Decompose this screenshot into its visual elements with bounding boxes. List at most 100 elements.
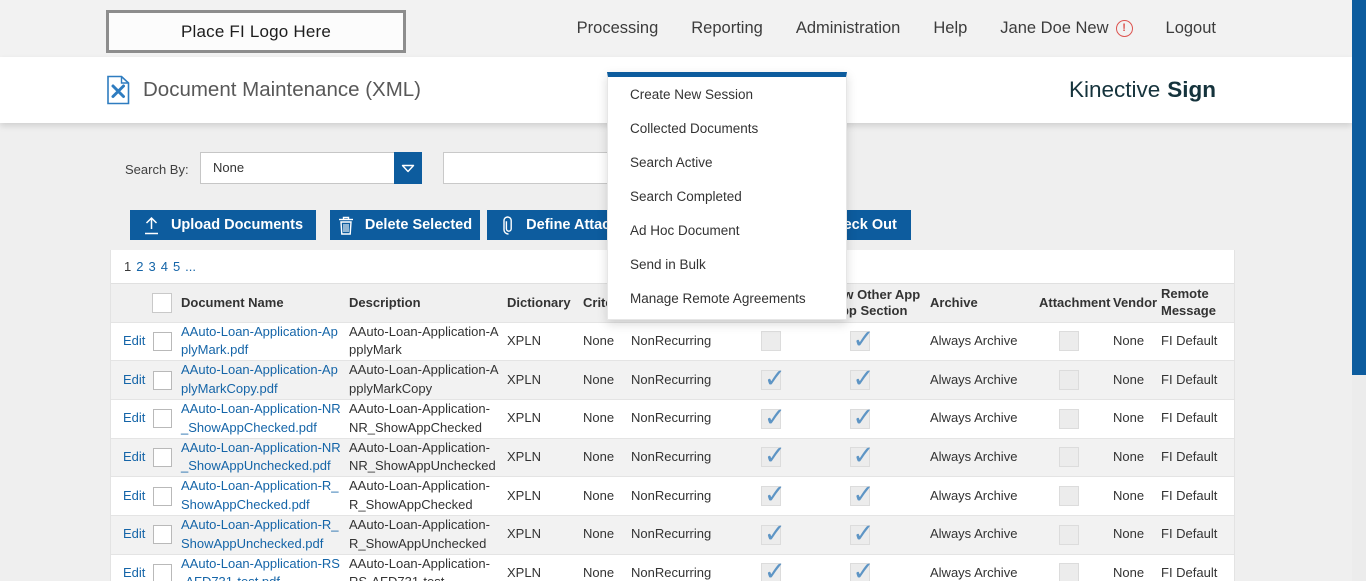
pagination-more-link[interactable]: ... [185,259,196,274]
header-archive[interactable]: Archive [926,284,1031,322]
document-name-link[interactable]: AAuto-Loan-Application-NR_ShowAppUncheck… [181,439,341,477]
document-name-link[interactable]: AAuto-Loan-Application-ApplyMarkCopy.pdf [181,361,341,399]
document-name-link[interactable]: AAuto-Loan-Application-NR_ShowAppChecked… [181,400,341,438]
show-app-checkbox[interactable] [761,447,781,467]
header-attachment[interactable]: Attachment [1031,284,1106,322]
show-other-app-checkbox[interactable] [850,525,870,545]
table-row: Edit AAuto-Loan-Application-ApplyMark.pd… [111,322,1234,361]
attachment-cell [1031,477,1106,516]
show-app-checkbox[interactable] [761,486,781,506]
page-scrollbar-track[interactable] [1352,0,1366,581]
menu-item-manage-remote-agreements[interactable]: Manage Remote Agreements [608,281,846,315]
delete-selected-button[interactable]: Delete Selected [330,210,480,240]
table-row: Edit AAuto-Loan-Application-ApplyMarkCop… [111,361,1234,400]
edit-link[interactable]: Edit [123,410,145,425]
select-dropdown-button[interactable] [394,152,422,184]
menu-item-collected-documents[interactable]: Collected Documents [608,111,846,145]
attachment-checkbox[interactable] [1059,486,1079,506]
attachment-checkbox[interactable] [1059,331,1079,351]
show-other-app-checkbox[interactable] [850,447,870,467]
chevron-down-icon [401,164,415,173]
attachment-checkbox[interactable] [1059,563,1079,581]
show-other-app-checkbox[interactable] [850,331,870,351]
attachment-checkbox[interactable] [1059,370,1079,390]
edit-cell: Edit [111,361,147,400]
edit-link[interactable]: Edit [123,372,145,387]
menu-item-search-completed[interactable]: Search Completed [608,179,846,213]
top-navbar: Place FI Logo Here Processing Reporting … [0,0,1352,57]
header-dictionary[interactable]: Dictionary [503,284,575,322]
header-document-name[interactable]: Document Name [177,284,345,322]
edit-link[interactable]: Edit [123,565,145,580]
document-name-link[interactable]: AAuto-Loan-Application-RS-AFD731-test.pd… [181,555,341,581]
document-name-cell: AAuto-Loan-Application-ApplyMarkCopy.pdf [177,361,345,400]
show-app-checkbox[interactable] [761,563,781,581]
pagination-page-current[interactable]: 1 [124,259,131,274]
row-checkbox[interactable] [153,371,172,390]
fi-logo-text: Place FI Logo Here [181,22,331,42]
pagination-page-link[interactable]: 5 [173,259,180,274]
menu-item-search-active[interactable]: Search Active [608,145,846,179]
row-checkbox[interactable] [153,525,172,544]
nav-item-user[interactable]: Jane Doe New ! [1000,19,1132,38]
document-name-link[interactable]: AAuto-Loan-Application-R_ShowAppUnchecke… [181,516,341,554]
show-app-checkbox[interactable] [761,409,781,429]
attachment-checkbox[interactable] [1059,525,1079,545]
nav-item-reporting[interactable]: Reporting [691,19,763,38]
criteria-cell: None [575,438,623,477]
menu-item-ad-hoc-document[interactable]: Ad Hoc Document [608,213,846,247]
edit-link[interactable]: Edit [123,449,145,464]
attachment-checkbox[interactable] [1059,447,1079,467]
row-checkbox[interactable] [153,448,172,467]
pagination-page-link[interactable]: 3 [148,259,155,274]
show-other-app-checkbox[interactable] [850,409,870,429]
recurring-cell: NonRecurring [623,322,749,361]
header-description[interactable]: Description [345,284,503,322]
edit-link[interactable]: Edit [123,488,145,503]
edit-link[interactable]: Edit [123,333,145,348]
criteria-cell: None [575,515,623,554]
show-app-cell [749,361,793,400]
show-other-app-cell [793,322,926,361]
menu-item-send-in-bulk[interactable]: Send in Bulk [608,247,846,281]
nav-item-administration[interactable]: Administration [796,19,901,38]
vendor-cell: None [1106,322,1153,361]
attachment-checkbox[interactable] [1059,409,1079,429]
select-cell [147,515,177,554]
row-checkbox[interactable] [153,409,172,428]
show-app-cell [749,554,793,581]
attachment-cell [1031,399,1106,438]
show-other-app-checkbox[interactable] [850,370,870,390]
row-checkbox[interactable] [153,564,172,581]
menu-item-create-new-session[interactable]: Create New Session [608,77,846,111]
nav-item-help[interactable]: Help [933,19,967,38]
document-maintenance-icon [106,75,131,105]
header-vendor[interactable]: Vendor [1106,284,1153,322]
select-all-checkbox[interactable] [152,293,172,313]
row-checkbox[interactable] [153,487,172,506]
edit-link[interactable]: Edit [123,526,145,541]
document-name-cell: AAuto-Loan-Application-R_ShowAppUnchecke… [177,515,345,554]
show-app-checkbox[interactable] [761,370,781,390]
scrollbar-thumb[interactable] [1352,0,1366,375]
show-app-checkbox[interactable] [761,525,781,545]
description-cell: AAuto-Loan-Application-NR_ShowAppChecked [345,399,503,438]
pagination-page-link[interactable]: 2 [136,259,143,274]
show-other-app-checkbox[interactable] [850,563,870,581]
row-checkbox[interactable] [153,332,172,351]
pagination-page-link[interactable]: 4 [161,259,168,274]
select-cell [147,477,177,516]
show-app-checkbox[interactable] [761,331,781,351]
document-name-link[interactable]: AAuto-Loan-Application-R_ShowAppChecked.… [181,477,341,515]
alert-exclamation-icon[interactable]: ! [1116,20,1133,37]
show-other-app-checkbox[interactable] [850,486,870,506]
upload-documents-button[interactable]: Upload Documents [130,210,316,240]
header-remote-message[interactable]: Remote Message [1153,284,1234,322]
remote-message-cell: FI Default [1153,515,1234,554]
description-cell: AAuto-Loan-Application-NR_ShowAppUncheck… [345,438,503,477]
document-name-cell: AAuto-Loan-Application-RS-AFD731-test.pd… [177,554,345,581]
document-name-link[interactable]: AAuto-Loan-Application-ApplyMark.pdf [181,323,341,361]
nav-item-processing[interactable]: Processing [577,19,659,38]
nav-item-logout[interactable]: Logout [1166,19,1216,38]
search-by-select[interactable]: None [200,152,422,184]
